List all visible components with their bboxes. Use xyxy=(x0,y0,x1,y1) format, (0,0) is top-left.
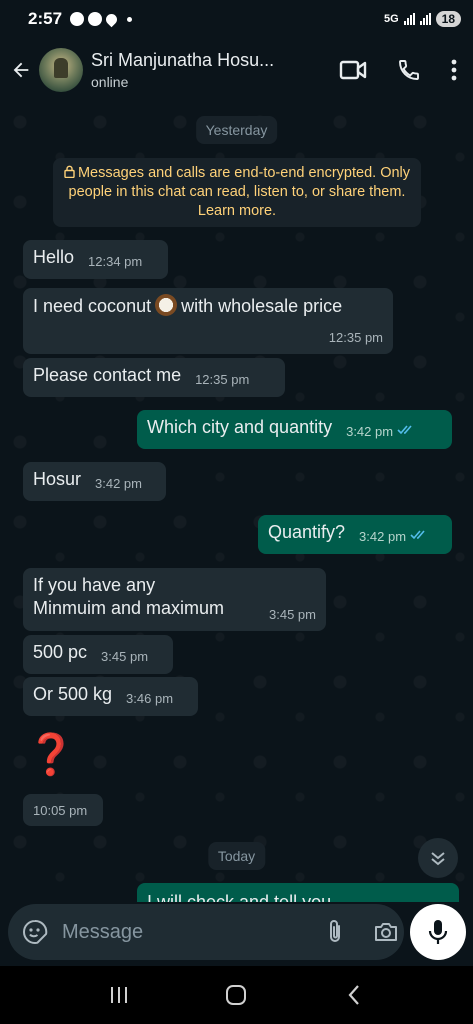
voice-call-button[interactable] xyxy=(397,58,421,82)
read-receipt-icon xyxy=(410,530,425,540)
message-bubble-outgoing[interactable]: Quantify? 3:42 pm xyxy=(258,515,452,554)
home-button[interactable] xyxy=(216,975,256,1015)
recent-apps-button[interactable] xyxy=(99,975,139,1015)
back-button[interactable] xyxy=(3,50,39,90)
read-receipt-icon xyxy=(397,425,412,435)
mic-icon xyxy=(428,920,448,944)
system-nav-bar xyxy=(0,966,473,1024)
encryption-notice[interactable]: Messages and calls are end-to-end encryp… xyxy=(53,158,421,227)
emoji-message[interactable]: ❓ xyxy=(26,730,76,786)
message-time: 3:42 pm xyxy=(359,529,407,544)
camera-button[interactable] xyxy=(373,921,399,943)
lock-icon xyxy=(64,165,75,179)
contact-status: online xyxy=(91,74,129,90)
recent-apps-icon xyxy=(110,987,127,1003)
sticker-button[interactable] xyxy=(22,919,48,945)
back-arrow-icon xyxy=(13,62,29,78)
signal-icon xyxy=(403,13,415,25)
scroll-to-bottom-button[interactable] xyxy=(418,838,458,878)
message-bubble-incoming[interactable]: Hello 12:34 pm xyxy=(23,240,168,279)
message-time: 3:45 pm xyxy=(269,607,316,622)
message-time: 12:35 pm xyxy=(328,330,383,345)
chat-area[interactable]: Yesterday Messages and calls are end-to-… xyxy=(0,102,473,902)
question-emoji: ❓ xyxy=(26,732,76,778)
emoji-message-time-chip: 10:05 pm xyxy=(23,794,103,826)
date-chip-yesterday: Yesterday xyxy=(195,116,278,144)
camera-icon xyxy=(375,923,397,941)
message-text: I need coconut xyxy=(33,296,152,316)
status-time: 2:57 xyxy=(28,9,63,28)
home-icon xyxy=(226,985,247,1005)
phone-icon xyxy=(399,60,419,80)
video-call-icon xyxy=(339,60,367,80)
message-text: Which city and quantity xyxy=(147,417,333,437)
message-time: 3:42 pm xyxy=(346,424,394,439)
more-notifications-icon xyxy=(127,16,133,22)
message-bubble-outgoing[interactable]: Which city and quantity 3:42 pm xyxy=(137,410,452,449)
back-nav-button[interactable] xyxy=(334,975,374,1015)
status-bar: 2:57 5G 18 xyxy=(0,0,473,38)
sticker-icon xyxy=(23,919,48,945)
video-call-button[interactable] xyxy=(339,59,367,81)
message-text: Please contact me xyxy=(33,365,182,385)
message-text: Hosur xyxy=(33,469,82,489)
message-time: 10:05 pm xyxy=(33,803,88,818)
message-text: 500 pc xyxy=(33,642,88,662)
message-time: 12:34 pm xyxy=(88,254,143,269)
encryption-text: Messages and calls are end-to-end encryp… xyxy=(68,165,411,219)
notification-icons xyxy=(70,11,133,27)
coconut-emoji-icon xyxy=(155,294,178,316)
message-text: Quantify? xyxy=(268,522,346,542)
vpn-icon xyxy=(70,12,85,26)
double-chevron-down-icon xyxy=(431,852,445,866)
chevron-left-icon xyxy=(348,985,359,1005)
message-bubble-incoming[interactable]: Please contact me 12:35 pm xyxy=(23,358,285,397)
message-text: with wholesale price xyxy=(181,296,343,316)
voice-message-button[interactable] xyxy=(410,904,466,960)
contact-info[interactable]: Sri Manjunatha Hosu... online xyxy=(91,50,303,90)
message-input[interactable] xyxy=(62,920,327,944)
attach-icon xyxy=(330,920,340,942)
chat-header: Sri Manjunatha Hosu... online xyxy=(0,38,473,102)
contact-name: Sri Manjunatha Hosu... xyxy=(91,50,275,70)
message-bubble-incoming[interactable]: Hosur 3:42 pm xyxy=(23,462,166,501)
message-input-container xyxy=(8,904,404,960)
message-text: Hello xyxy=(33,247,75,267)
location-icon xyxy=(103,11,120,27)
message-bubble-outgoing-partial[interactable]: I will check and tell you xyxy=(137,883,459,902)
message-bubble-incoming[interactable]: I need coconut with wholesale price 12:35… xyxy=(23,288,393,354)
message-text-line: If you have any xyxy=(33,575,156,595)
message-time: 3:42 pm xyxy=(95,476,142,491)
message-time: 3:45 pm xyxy=(101,649,149,664)
attach-button[interactable] xyxy=(327,919,343,945)
battery-indicator: 18 xyxy=(435,11,461,27)
more-vert-icon xyxy=(451,59,457,81)
message-time: 3:46 pm xyxy=(126,691,174,706)
status-right: 5G 18 xyxy=(384,11,461,27)
message-text: Or 500 kg xyxy=(33,684,113,704)
network-type: 5G xyxy=(383,13,399,25)
message-time: 12:35 pm xyxy=(195,372,250,387)
whatsapp-notification-icon xyxy=(88,12,103,26)
more-options-button[interactable] xyxy=(451,59,457,81)
message-bubble-incoming[interactable]: Or 500 kg 3:46 pm xyxy=(23,677,198,716)
message-bubble-incoming[interactable]: 500 pc 3:45 pm xyxy=(23,635,173,674)
signal-icon-2 xyxy=(419,13,431,25)
composer xyxy=(0,902,473,966)
avatar[interactable] xyxy=(39,48,83,92)
message-bubble-incoming[interactable]: If you have any Minmuim and maximum 3:45… xyxy=(23,568,326,631)
date-chip-today: Today xyxy=(207,842,266,870)
header-actions xyxy=(339,58,457,82)
message-text: I will check and tell you xyxy=(147,892,332,902)
